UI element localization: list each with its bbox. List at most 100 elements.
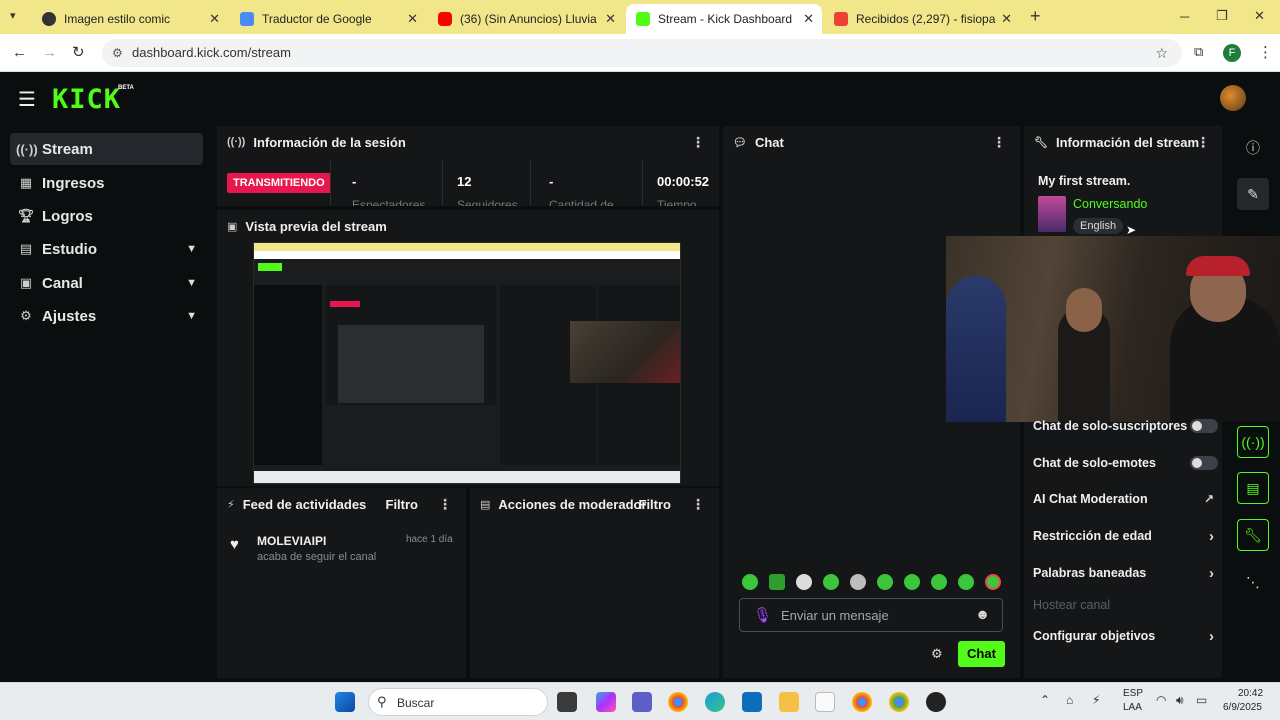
sidebar-item-ajustes[interactable]: ⚙ Ajustes ▼ [10,300,203,332]
new-tab-icon[interactable]: + [1030,6,1041,27]
info-icon[interactable]: ⓘ [1237,132,1269,164]
emote-icon[interactable] [931,574,947,590]
stream-preview-video[interactable] [253,242,681,484]
chat-send-button[interactable]: Chat [958,641,1005,667]
copilot-icon[interactable] [596,692,616,712]
toggle-switch[interactable] [1190,419,1218,433]
cast-icon[interactable]: ⧉ [1194,44,1203,60]
emote-icon[interactable] [904,574,920,590]
setting-age-restriction[interactable]: Restricción de edad › [1033,524,1218,548]
close-icon[interactable]: ✕ [803,11,814,27]
setting-emotes-only[interactable]: Chat de solo-emotes [1033,451,1218,475]
network-icon[interactable]: ⌂ [1066,693,1073,707]
forward-icon[interactable]: → [42,44,57,61]
close-icon[interactable]: ✕ [209,11,220,27]
microphone-icon[interactable]: 🎙︎ [753,606,772,624]
sidebar-item-logros[interactable]: 🏆︎ Logros [10,200,203,232]
chrome-icon[interactable] [668,692,688,712]
stream-category[interactable]: Conversando [1073,197,1147,211]
setting-ai-moderation[interactable]: AI Chat Moderation ↗ [1033,487,1218,511]
emoji-icon[interactable]: ☻ [975,606,990,622]
tab-search-icon[interactable]: ▾ [10,9,16,22]
filter-button[interactable]: Filtro [639,497,672,512]
chevron-up-icon[interactable]: ⌃ [1040,693,1050,707]
emote-icon[interactable] [958,574,974,590]
edge-icon[interactable] [705,692,725,712]
filter-button[interactable]: Filtro [386,497,419,512]
emote-icon[interactable] [769,574,785,590]
wifi-icon[interactable]: ◠ [1156,693,1166,707]
edit-pencil-icon[interactable]: ✎ [1237,178,1269,210]
keyboard-region[interactable]: LAA [1123,702,1142,713]
notepad-icon[interactable] [815,692,835,712]
clock-time[interactable]: 20:42 [1238,688,1263,699]
more-options-icon[interactable]: ⋮ [691,496,705,513]
setting-banned-words[interactable]: Palabras baneadas › [1033,561,1218,585]
layout-rail-icon[interactable]: ▤ [1237,472,1269,504]
kick-logo[interactable]: KICK [52,84,121,115]
close-icon[interactable]: ✕ [605,11,616,27]
category-thumbnail[interactable] [1038,196,1066,232]
emote-icon[interactable] [742,574,758,590]
share-icon[interactable]: ⋱ [1237,566,1269,598]
windows-start-icon[interactable] [335,692,355,712]
bluetooth-icon[interactable]: ⚡︎ [1092,693,1100,707]
setting-goals[interactable]: Configurar objetivos › [1033,624,1218,648]
emote-icon[interactable] [796,574,812,590]
task-view-icon[interactable] [557,692,577,712]
site-info-icon[interactable]: ⚙ [112,39,123,67]
sidebar-item-label: Stream [42,140,93,158]
outlook-icon[interactable] [742,692,762,712]
chrome-profile-icon[interactable] [852,692,872,712]
sidebar-item-estudio[interactable]: ▤ Estudio ▼ [10,233,203,265]
tab-kick-dashboard[interactable]: Stream - Kick Dashboard ✕ [626,4,822,34]
more-options-icon[interactable]: ⋮ [438,496,452,513]
tab-youtube[interactable]: (36) (Sin Anuncios) Lluvia y Pian ✕ [428,4,624,34]
close-icon[interactable]: ✕ [1001,11,1012,27]
address-bar[interactable]: ⚙ dashboard.kick.com/stream ☆ [102,39,1182,67]
emote-icon[interactable] [850,574,866,590]
taskbar-search[interactable]: ⚲ Buscar [368,688,548,716]
moderator-actions-header: ▤ Acciones de moderador Filtro ⋮ [470,488,719,520]
emote-icon[interactable] [823,574,839,590]
menu-dots-icon[interactable]: ⋮ [1258,43,1273,61]
tab-gmail[interactable]: Recibidos (2,297) - fisiopainless ✕ [824,4,1020,34]
volume-icon[interactable]: 🔊︎ [1176,693,1184,708]
minimize-icon[interactable]: ─ [1180,9,1189,24]
sidebar-item-ingresos[interactable]: ▦ Ingresos [10,167,203,199]
chat-settings-gear-icon[interactable]: ⚙ [931,646,943,662]
wrench-rail-icon[interactable]: 🔧︎ [1237,519,1269,551]
toggle-switch[interactable] [1190,456,1218,470]
setting-subscribers-only[interactable]: Chat de solo-suscriptores [1033,414,1218,438]
file-explorer-icon[interactable] [779,692,799,712]
more-options-icon[interactable]: ⋮ [691,134,705,151]
maximize-icon[interactable]: ❐ [1216,8,1228,24]
user-avatar[interactable] [1220,85,1246,111]
obs-icon[interactable] [926,692,946,712]
close-icon[interactable]: ✕ [407,11,418,27]
more-options-icon[interactable]: ⋮ [1196,134,1210,151]
battery-icon[interactable]: ▭ [1196,693,1207,707]
profile-avatar[interactable]: F [1223,44,1241,62]
broadcast-rail-icon[interactable]: ((·)) [1237,426,1269,458]
tab-imagen-comic[interactable]: Imagen estilo comic ✕ [32,4,228,34]
chrome-profile-icon[interactable] [889,692,909,712]
sidebar-item-stream[interactable]: ((·)) Stream [10,133,203,165]
panel-title: Feed de actividades [242,496,367,512]
window-close-icon[interactable]: ✕ [1254,8,1265,24]
bookmark-star-icon[interactable]: ☆ [1155,39,1168,67]
keyboard-lang[interactable]: ESP [1123,688,1143,699]
emote-icon[interactable] [877,574,893,590]
tab-google-translate[interactable]: Traductor de Google ✕ [230,4,426,34]
back-icon[interactable]: ← [12,44,27,61]
moderator-actions-panel: ▤ Acciones de moderador Filtro ⋮ [470,488,719,678]
sidebar-item-canal[interactable]: ▣ Canal ▼ [10,267,203,299]
teams-icon[interactable] [632,692,652,712]
more-options-icon[interactable]: ⋮ [992,134,1006,151]
emote-icon[interactable] [985,574,1001,590]
activity-user[interactable]: MOLEVIAIPI [257,534,326,548]
chat-input[interactable]: 🎙︎ Enviar un mensaje ☻ [739,598,1003,632]
clock-date[interactable]: 6/9/2025 [1223,702,1262,713]
hamburger-icon[interactable]: ☰ [18,87,36,112]
reload-icon[interactable]: ↻ [72,43,85,61]
